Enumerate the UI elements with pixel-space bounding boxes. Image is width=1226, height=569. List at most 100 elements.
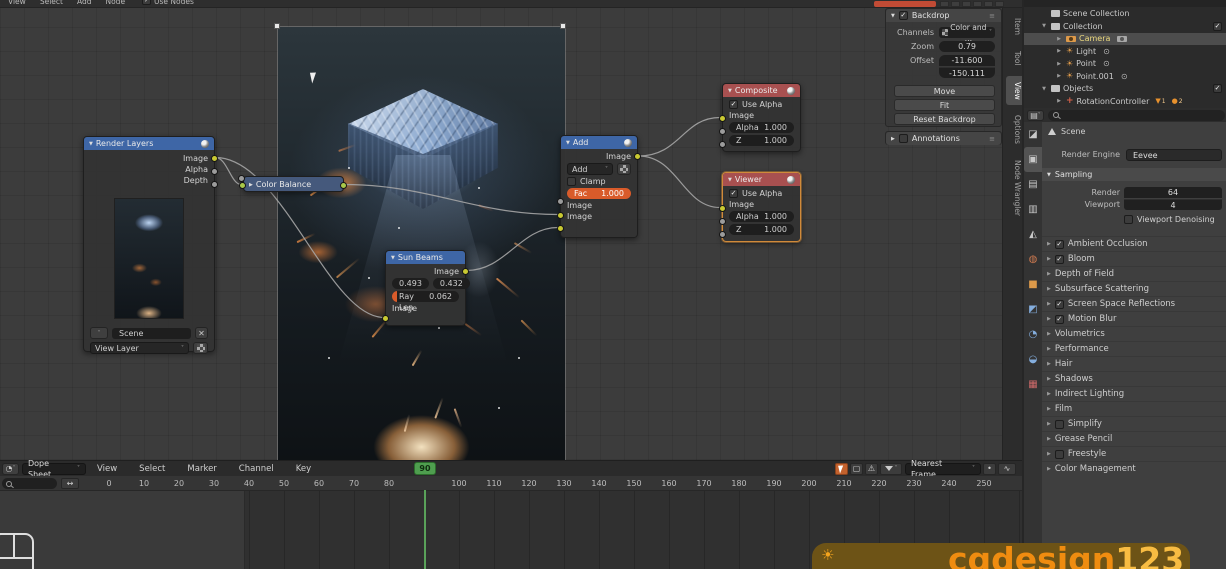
collection-checkbox[interactable]: ✓ bbox=[1213, 22, 1222, 31]
properties-tab-scene-icon[interactable]: ◭ bbox=[1024, 222, 1042, 247]
only-selected-toggle[interactable] bbox=[835, 463, 848, 475]
backdrop-handle-tr[interactable] bbox=[560, 23, 566, 29]
channel-search-input[interactable] bbox=[2, 478, 57, 489]
section-checkbox[interactable]: ✓ bbox=[1055, 300, 1064, 309]
header-icon-button[interactable] bbox=[962, 1, 971, 7]
editor-type-button[interactable]: ▤˅ bbox=[1027, 110, 1044, 121]
render-layer-button[interactable] bbox=[193, 342, 208, 354]
section-color-management[interactable]: ▶Color Management bbox=[1042, 461, 1226, 476]
editor-type-button[interactable]: ◔˅ bbox=[2, 463, 19, 475]
backdrop-panel-header[interactable]: ▼ ✓ Backdrop ≡ bbox=[886, 9, 1001, 22]
section-volumetrics[interactable]: ▶Volumetrics bbox=[1042, 326, 1226, 341]
alpha-toggle-button[interactable] bbox=[617, 163, 631, 175]
socket-fac-in[interactable] bbox=[557, 198, 564, 205]
socket-image1-in[interactable] bbox=[557, 212, 564, 219]
dope-sheet-channel-panel[interactable] bbox=[0, 491, 245, 569]
expand-arrow-icon[interactable]: ▶ bbox=[1047, 316, 1051, 322]
header-icon-button[interactable] bbox=[995, 1, 1004, 7]
scene-unlink-button[interactable]: ✕ bbox=[195, 327, 208, 339]
menu-view[interactable]: View bbox=[97, 464, 117, 474]
use-alpha-checkbox[interactable]: ✓ bbox=[729, 100, 738, 109]
socket-image-out[interactable] bbox=[211, 155, 218, 162]
filter-button[interactable]: ˅ bbox=[880, 463, 902, 475]
socket-fac-in[interactable] bbox=[238, 175, 245, 182]
expand-arrow-icon[interactable]: ▶ bbox=[1047, 451, 1051, 457]
use-nodes-toggle[interactable]: ✓ Use Nodes bbox=[142, 0, 194, 6]
expand-arrow-icon[interactable]: ▶ bbox=[1047, 361, 1051, 367]
properties-tab-output-icon[interactable]: ▤ bbox=[1024, 172, 1042, 197]
source-x-field[interactable]: 0.493 bbox=[392, 278, 429, 289]
collapse-arrow-icon[interactable]: ▼ bbox=[728, 177, 732, 183]
blend-mode-dropdown[interactable]: Add˅ bbox=[567, 163, 613, 175]
collapse-arrow-icon[interactable]: ▶ bbox=[249, 182, 253, 188]
socket-alpha-in[interactable] bbox=[719, 128, 726, 135]
properties-tab-render-icon[interactable]: ▣ bbox=[1024, 147, 1042, 172]
properties-tab-physics-icon[interactable]: ◒ bbox=[1024, 347, 1042, 372]
use-alpha-checkbox[interactable]: ✓ bbox=[729, 189, 738, 198]
panel-grip-icon[interactable]: ≡ bbox=[989, 135, 996, 143]
section-checkbox[interactable] bbox=[1055, 420, 1064, 429]
section-checkbox[interactable]: ✓ bbox=[1055, 240, 1064, 249]
socket-image-in[interactable] bbox=[239, 182, 246, 189]
zoom-field[interactable]: 0.79 bbox=[939, 41, 995, 52]
header-icon-button[interactable] bbox=[984, 1, 993, 7]
tab-item[interactable]: Item bbox=[1006, 12, 1022, 41]
section-subsurface-scattering[interactable]: ▶Subsurface Scattering bbox=[1042, 281, 1226, 296]
offset-x-field[interactable]: -11.600 bbox=[939, 55, 995, 66]
fit-range-button[interactable]: ↔ bbox=[61, 478, 79, 489]
samples-render-field[interactable]: 64 bbox=[1124, 187, 1222, 198]
reset-backdrop-button[interactable]: Reset Backdrop bbox=[894, 113, 995, 125]
section-grease-pencil[interactable]: ▶Grease Pencil bbox=[1042, 431, 1226, 446]
section-indirect-lighting[interactable]: ▶Indirect Lighting bbox=[1042, 386, 1226, 401]
expand-arrow-icon[interactable]: ▶ bbox=[1055, 61, 1063, 67]
render-engine-dropdown[interactable]: Eevee bbox=[1126, 149, 1222, 161]
expand-arrow-icon[interactable]: ▶ bbox=[1047, 391, 1051, 397]
socket-image-out[interactable] bbox=[634, 153, 641, 160]
outliner-row-light[interactable]: ▶☀Light⊙ bbox=[1024, 45, 1226, 58]
expand-arrow-icon[interactable]: ▶ bbox=[1047, 406, 1051, 412]
collapse-arrow-icon[interactable]: ▼ bbox=[891, 13, 895, 19]
outliner-row-objects[interactable]: ▼Objects✓ bbox=[1024, 83, 1226, 96]
node-sun-beams[interactable]: ▼ Sun Beams Image 0.493 0.432 Ray Len0.0… bbox=[385, 250, 466, 326]
offset-y-field[interactable]: -150.111 bbox=[939, 67, 995, 78]
collapse-arrow-icon[interactable]: ▼ bbox=[89, 141, 93, 147]
node-render-layers[interactable]: ▼ Render Layers Image Alpha Depth ˅ Scen… bbox=[83, 136, 215, 352]
outliner-row-scene-collection[interactable]: Scene Collection bbox=[1024, 8, 1226, 21]
socket-alpha-out[interactable] bbox=[211, 168, 218, 175]
section-simplify[interactable]: ▶Simplify bbox=[1042, 416, 1226, 431]
outliner-row-point[interactable]: ▶☀Point⊙ bbox=[1024, 58, 1226, 71]
outliner-row-camera[interactable]: ▶Camera bbox=[1024, 33, 1226, 46]
section-checkbox[interactable]: ✓ bbox=[1055, 315, 1064, 324]
section-checkbox[interactable]: ✓ bbox=[1055, 255, 1064, 264]
timeline-ruler[interactable]: ↔ 01020304050607080100110120130140150160… bbox=[0, 476, 1022, 491]
tab-options[interactable]: Options bbox=[1006, 109, 1022, 150]
header-icon-button[interactable] bbox=[940, 1, 949, 7]
point-data-icon[interactable]: ⊙ bbox=[1121, 72, 1128, 81]
tab-node-wrangler[interactable]: Node Wrangler bbox=[1006, 154, 1022, 222]
expand-arrow-icon[interactable]: ▶ bbox=[1047, 256, 1051, 262]
section-hair[interactable]: ▶Hair bbox=[1042, 356, 1226, 371]
snap-target-button[interactable]: • bbox=[983, 463, 996, 475]
use-nodes-checkbox[interactable]: ✓ bbox=[142, 0, 151, 5]
expand-arrow-icon[interactable]: ▶ bbox=[1055, 36, 1063, 42]
ray-length-slider[interactable]: Ray Len0.062 bbox=[392, 291, 459, 302]
expand-arrow-icon[interactable]: ▶ bbox=[1047, 376, 1051, 382]
node-viewer[interactable]: ▼ Viewer ✓ Use Alpha Image Alpha1.000 Z1… bbox=[722, 172, 801, 242]
menu-select[interactable]: Select bbox=[139, 464, 165, 474]
fac-slider[interactable]: Fac1.000 bbox=[567, 188, 631, 199]
socket-image-in[interactable] bbox=[382, 315, 389, 322]
properties-tab-texture-icon[interactable]: ▦ bbox=[1024, 372, 1042, 397]
node-composite[interactable]: ▼ Composite ✓ Use Alpha Image Alpha1.000… bbox=[722, 83, 801, 152]
properties-tab-modifiers-icon[interactable]: ◩ bbox=[1024, 297, 1042, 322]
collection-checkbox[interactable]: ✓ bbox=[1213, 84, 1222, 93]
warning-filter-button[interactable]: ⚠ bbox=[865, 463, 878, 475]
source-y-field[interactable]: 0.432 bbox=[433, 278, 470, 289]
section-performance[interactable]: ▶Performance bbox=[1042, 341, 1226, 356]
collapse-arrow-icon[interactable]: ▼ bbox=[728, 88, 732, 94]
expand-arrow-icon[interactable]: ▶ bbox=[1047, 331, 1051, 337]
socket-image-out[interactable] bbox=[462, 268, 469, 275]
expand-arrow-icon[interactable]: ▶ bbox=[1047, 286, 1051, 292]
light-data-icon[interactable]: ⊙ bbox=[1103, 47, 1110, 56]
expand-arrow-icon[interactable]: ▶ bbox=[1055, 98, 1063, 104]
menu-key[interactable]: Key bbox=[296, 464, 311, 474]
